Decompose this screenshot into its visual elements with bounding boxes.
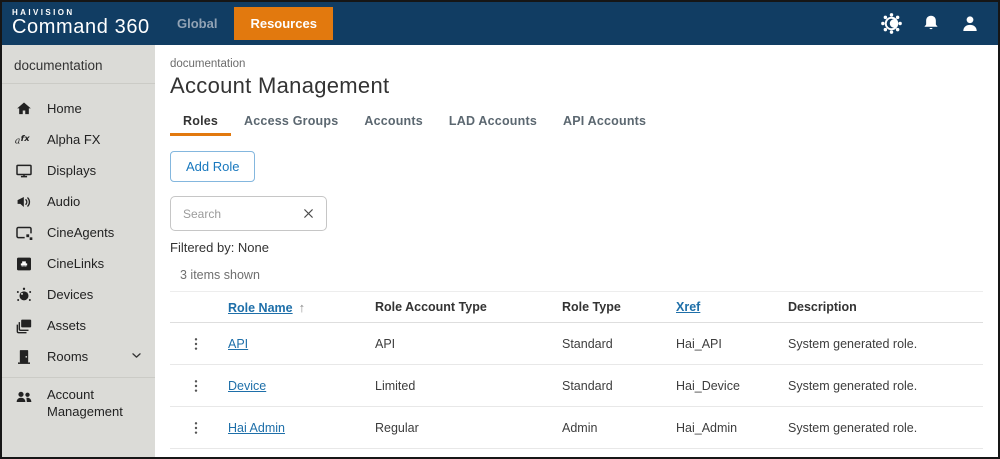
account-management-icon bbox=[14, 387, 34, 407]
tab-roles[interactable]: Roles bbox=[170, 108, 232, 136]
alpha-fx-icon: a fx bbox=[14, 130, 34, 150]
add-role-button[interactable]: Add Role bbox=[170, 151, 256, 182]
row-actions-kebab-icon[interactable] bbox=[187, 417, 205, 439]
cell-role-type: Standard bbox=[562, 378, 613, 393]
cell-role-account-type: Regular bbox=[375, 420, 419, 435]
cinelinks-icon bbox=[14, 254, 34, 274]
search-input[interactable] bbox=[171, 206, 301, 221]
brand-name-large: Command 360 bbox=[12, 16, 150, 39]
column-header-role-type: Role Type bbox=[562, 300, 621, 314]
sidebar-item-cineagents[interactable]: CineAgents bbox=[2, 217, 155, 248]
top-nav: Global Resources bbox=[160, 2, 333, 45]
assets-icon bbox=[14, 316, 34, 336]
role-name-link[interactable]: API bbox=[228, 337, 248, 351]
clear-search-icon[interactable] bbox=[301, 206, 316, 221]
brand-logo: HAIVISION Command 360 bbox=[2, 8, 160, 39]
filtered-by-label: Filtered by: None bbox=[170, 240, 269, 255]
cell-description: System generated role. bbox=[788, 336, 918, 351]
roles-table: Role Name ↑ Role Account Type Role Type X… bbox=[170, 291, 983, 449]
top-bar-actions bbox=[880, 12, 998, 35]
cell-role-account-type: Limited bbox=[375, 378, 416, 393]
table-row: API API Standard Hai_API System generate… bbox=[170, 323, 983, 365]
column-header-role-name: Role Name ↑ bbox=[228, 300, 375, 315]
sort-role-name-link[interactable]: Role Name bbox=[228, 301, 293, 315]
tab-access-groups[interactable]: Access Groups bbox=[231, 108, 351, 136]
sort-ascending-icon: ↑ bbox=[298, 299, 306, 315]
user-icon[interactable] bbox=[959, 13, 981, 35]
cell-xref: Hai_API bbox=[676, 336, 722, 351]
role-name-link[interactable]: Device bbox=[228, 379, 266, 393]
table-header-row: Role Name ↑ Role Account Type Role Type X… bbox=[170, 292, 983, 323]
svg-text:fx: fx bbox=[21, 132, 31, 142]
cell-role-account-type: API bbox=[375, 336, 396, 351]
sidebar-item-audio[interactable]: Audio bbox=[2, 186, 155, 217]
main-content: documentation Account Management Roles A… bbox=[155, 45, 998, 457]
row-actions-kebab-icon[interactable] bbox=[187, 333, 205, 355]
notifications-bell-icon[interactable] bbox=[920, 13, 942, 35]
page-title: Account Management bbox=[170, 73, 390, 98]
sort-xref-link[interactable]: Xref bbox=[676, 300, 700, 314]
top-nav-resources[interactable]: Resources bbox=[234, 7, 333, 40]
sidebar-item-devices[interactable]: Devices bbox=[2, 279, 155, 310]
sidebar-site-name: documentation bbox=[2, 45, 155, 84]
app-window: HAIVISION Command 360 Global Resources d… bbox=[0, 0, 1000, 459]
sidebar-menu: Home a fx Alpha FX Displays Audio CineAg… bbox=[2, 84, 155, 426]
tab-bar: Roles Access Groups Accounts LAD Account… bbox=[170, 108, 983, 136]
table-row: Device Limited Standard Hai_Device Syste… bbox=[170, 365, 983, 407]
sidebar-item-alpha-fx[interactable]: a fx Alpha FX bbox=[2, 124, 155, 155]
column-header-role-account-type: Role Account Type bbox=[375, 300, 487, 314]
cell-xref: Hai_Admin bbox=[676, 420, 738, 435]
cell-role-type: Admin bbox=[562, 420, 598, 435]
cineagents-icon bbox=[14, 223, 34, 243]
column-header-xref: Xref bbox=[676, 300, 788, 314]
devices-icon bbox=[14, 285, 34, 305]
column-header-description: Description bbox=[788, 300, 857, 314]
row-actions-kebab-icon[interactable] bbox=[187, 375, 205, 397]
cell-role-type: Standard bbox=[562, 336, 613, 351]
sidebar-item-displays[interactable]: Displays bbox=[2, 155, 155, 186]
breadcrumb: documentation bbox=[170, 58, 246, 70]
cell-xref: Hai_Device bbox=[676, 378, 740, 393]
sidebar-item-account-management[interactable]: Account Management bbox=[2, 377, 155, 426]
display-icon bbox=[14, 161, 34, 181]
theme-toggle-icon[interactable] bbox=[880, 12, 903, 35]
tab-api-accounts[interactable]: API Accounts bbox=[550, 108, 659, 136]
sidebar-item-rooms[interactable]: Rooms bbox=[2, 341, 155, 372]
tab-lad-accounts[interactable]: LAD Accounts bbox=[436, 108, 550, 136]
top-nav-global[interactable]: Global bbox=[160, 16, 234, 31]
rooms-icon bbox=[14, 347, 34, 367]
home-icon bbox=[14, 99, 34, 119]
cell-description: System generated role. bbox=[788, 420, 918, 435]
tab-accounts[interactable]: Accounts bbox=[351, 108, 436, 136]
table-row: Hai Admin Regular Admin Hai_Admin System… bbox=[170, 407, 983, 449]
cell-description: System generated role. bbox=[788, 378, 918, 393]
sidebar-item-assets[interactable]: Assets bbox=[2, 310, 155, 341]
sidebar-item-cinelinks[interactable]: CineLinks bbox=[2, 248, 155, 279]
role-name-link[interactable]: Hai Admin bbox=[228, 421, 285, 435]
audio-icon bbox=[14, 192, 34, 212]
chevron-down-icon[interactable] bbox=[130, 349, 143, 365]
search-box bbox=[170, 196, 327, 231]
sidebar: documentation Home a fx Alpha FX Display… bbox=[2, 45, 155, 457]
items-shown-count: 3 items shown bbox=[180, 268, 260, 282]
svg-text:a: a bbox=[15, 135, 20, 146]
sidebar-item-home[interactable]: Home bbox=[2, 93, 155, 124]
top-bar: HAIVISION Command 360 Global Resources bbox=[2, 2, 998, 45]
